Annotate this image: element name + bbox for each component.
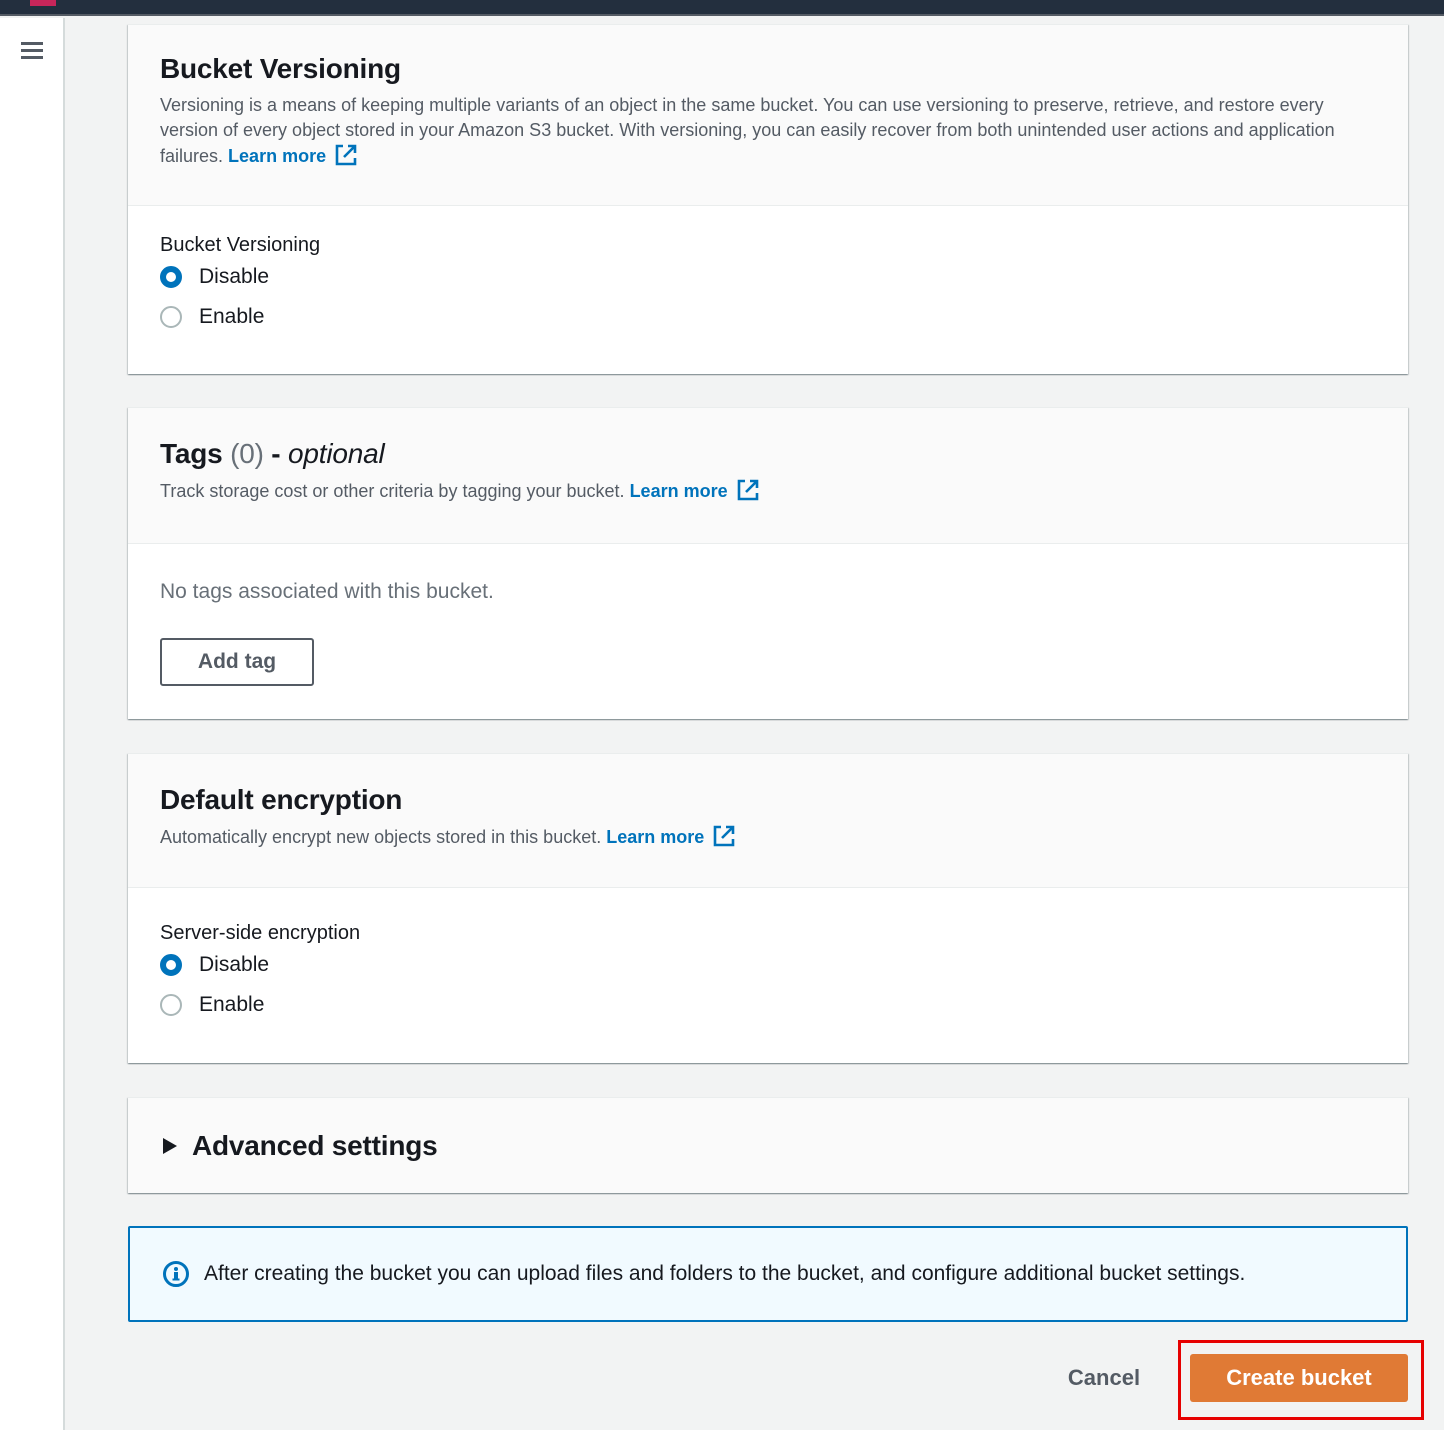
info-alert-text: After creating the bucket you can upload… — [204, 1262, 1246, 1285]
external-link-icon[interactable] — [736, 478, 760, 502]
radio-button[interactable] — [160, 306, 182, 328]
learn-more-link[interactable]: Learn more — [606, 827, 704, 847]
server-side-encryption-label: Server-side encryption — [160, 922, 361, 944]
external-link-icon[interactable] — [334, 143, 358, 167]
bucket-versioning-panel: Bucket Versioning Versioning is a means … — [128, 24, 1408, 374]
default-encryption-panel: Default encryption Automatically encrypt… — [128, 753, 1408, 1063]
tags-panel: Tags (0) - optional Track storage cost o… — [128, 407, 1408, 719]
radio-button[interactable] — [160, 994, 182, 1016]
caret-right-icon[interactable] — [162, 1137, 178, 1155]
learn-more-link[interactable]: Learn more — [228, 146, 326, 166]
radio-label: Enable — [199, 993, 265, 1016]
versioning-enable-option[interactable]: Enable — [160, 297, 1376, 337]
external-link-icon[interactable] — [712, 824, 736, 848]
encryption-disable-option[interactable]: Disable — [160, 945, 1376, 985]
description-text: Automatically encrypt new objects stored… — [160, 827, 602, 847]
tags-title: Tags (0) - optional — [160, 438, 1376, 470]
bucket-versioning-title: Bucket Versioning — [160, 53, 401, 84]
tags-description: Track storage cost or other criteria by … — [160, 478, 1376, 504]
default-encryption-description: Automatically encrypt new objects stored… — [160, 824, 1376, 850]
separator: - — [271, 438, 281, 469]
bucket-versioning-description: Versioning is a means of keeping multipl… — [160, 93, 1376, 169]
tags-header: Tags (0) - optional Track storage cost o… — [128, 408, 1408, 544]
radio-label: Disable — [199, 953, 270, 976]
default-encryption-header: Default encryption Automatically encrypt… — [128, 754, 1408, 888]
radio-button-checked[interactable] — [160, 266, 182, 288]
versioning-disable-option[interactable]: Disable — [160, 257, 1376, 297]
top-navigation-bar — [0, 0, 1444, 16]
add-tag-button[interactable]: Add tag — [160, 638, 314, 686]
bucket-versioning-field-label: Bucket Versioning — [160, 234, 321, 256]
info-icon — [163, 1261, 189, 1287]
default-encryption-title: Default encryption — [160, 784, 403, 815]
optional-label: optional — [288, 438, 385, 469]
tags-title-text: Tags — [160, 438, 223, 469]
advanced-settings-title[interactable]: Advanced settings — [192, 1130, 438, 1162]
radio-label: Disable — [199, 265, 270, 288]
radio-button-checked[interactable] — [160, 954, 182, 976]
sidebar — [0, 18, 65, 1430]
description-text: Track storage cost or other criteria by … — [160, 481, 625, 501]
aws-logo[interactable] — [30, 0, 56, 6]
advanced-settings-panel[interactable]: Advanced settings — [128, 1097, 1408, 1193]
hamburger-menu-icon[interactable] — [20, 40, 44, 60]
learn-more-link[interactable]: Learn more — [630, 481, 728, 501]
radio-label: Enable — [199, 305, 265, 328]
bucket-versioning-header: Bucket Versioning Versioning is a means … — [128, 25, 1408, 206]
cancel-button[interactable]: Cancel — [1060, 1358, 1148, 1398]
info-alert: After creating the bucket you can upload… — [128, 1226, 1408, 1322]
no-tags-text: No tags associated with this bucket. — [160, 580, 494, 603]
tags-count: (0) — [230, 438, 264, 469]
create-bucket-button[interactable]: Create bucket — [1190, 1354, 1408, 1402]
encryption-enable-option[interactable]: Enable — [160, 985, 1376, 1025]
